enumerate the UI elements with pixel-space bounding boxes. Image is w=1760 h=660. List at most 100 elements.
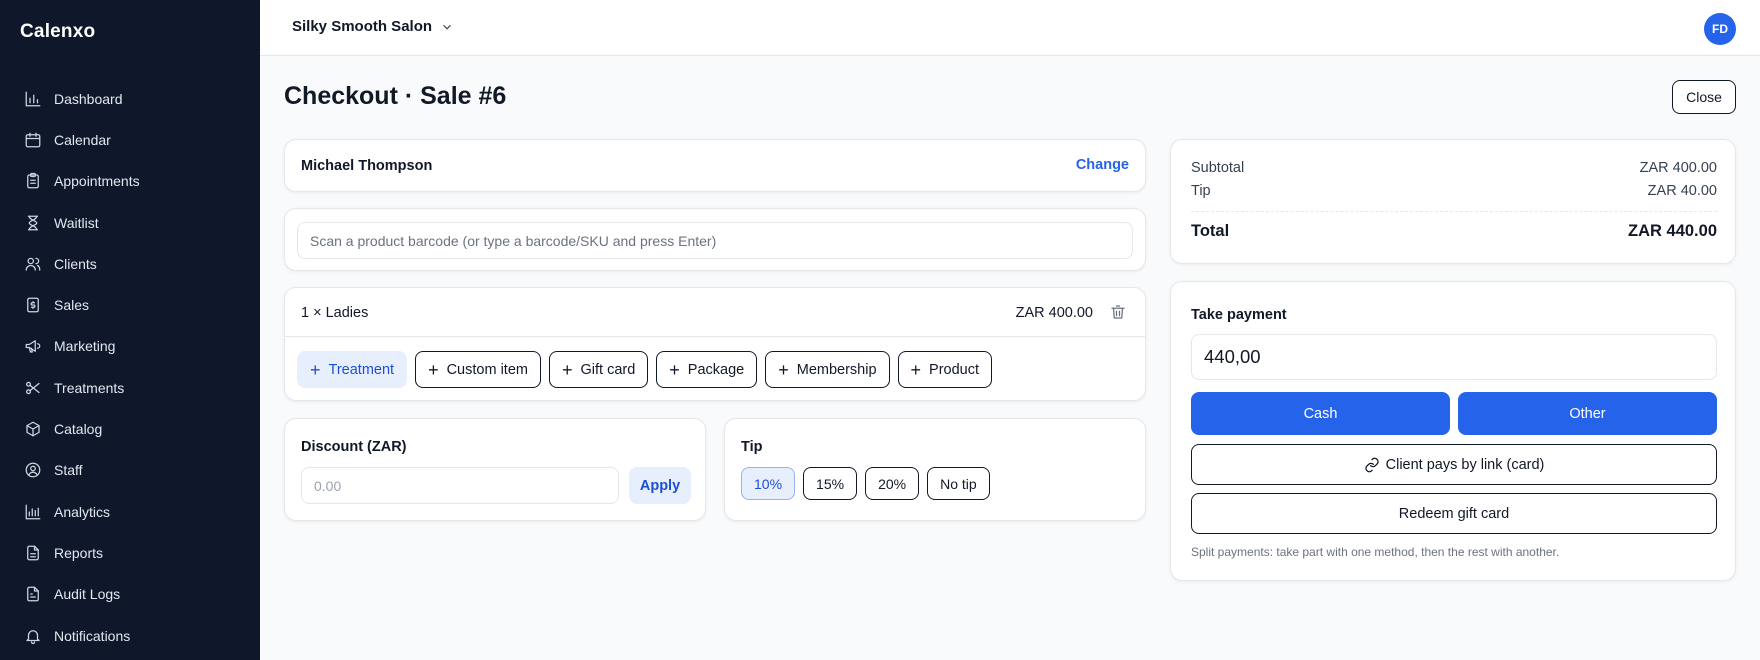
other-payment-button[interactable]: Other	[1458, 392, 1717, 435]
client-name: Michael Thompson	[301, 158, 433, 174]
change-client-link[interactable]: Change	[1076, 157, 1129, 173]
sidebar-item-sales[interactable]: Sales	[0, 284, 260, 325]
tip-summary-label: Tip	[1191, 183, 1211, 199]
user-avatar[interactable]: FD	[1704, 13, 1736, 45]
file-text-icon	[27, 586, 39, 602]
tip-option-none[interactable]: No tip	[927, 467, 990, 500]
redeem-gift-card-button[interactable]: Redeem gift card	[1191, 493, 1717, 534]
analytics-icon	[25, 504, 41, 519]
sidebar-item-treatments[interactable]: Treatments	[0, 367, 260, 408]
plus-icon: +	[561, 359, 573, 380]
sidebar-item-calendar[interactable]: Calendar	[0, 119, 260, 160]
salon-name: Silky Smooth Salon	[292, 18, 433, 35]
sidebar-item-appointments[interactable]: Appointments	[0, 161, 260, 202]
add-product-button[interactable]: + Product	[897, 351, 993, 388]
sidebar-item-analytics[interactable]: Analytics	[0, 491, 260, 532]
add-custom-item-button[interactable]: + Custom item	[415, 351, 541, 388]
sidebar-item-staff[interactable]: Staff	[0, 450, 260, 491]
trash-icon	[1111, 305, 1125, 319]
sidebar-item-dashboard[interactable]: Dashboard	[0, 78, 260, 119]
sidebar-item-label: Waitlist	[54, 214, 99, 231]
dollar-receipt-icon	[27, 297, 39, 313]
payment-amount-input[interactable]	[1191, 334, 1717, 380]
sidebar-item-label: Audit Logs	[54, 586, 121, 603]
bell-icon	[26, 629, 40, 644]
subtotal-label: Subtotal	[1191, 160, 1245, 176]
plus-icon: +	[669, 359, 680, 380]
sidebar-item-label: Notifications	[54, 627, 131, 644]
chevron-down-icon	[443, 24, 451, 30]
sidebar-item-waitlist[interactable]: Waitlist	[0, 202, 260, 243]
bar-chart-icon	[25, 91, 41, 107]
add-gift-card-button[interactable]: + Gift card	[548, 351, 649, 388]
sidebar-nav: Dashboard Calendar Appointments Waitlist…	[0, 78, 260, 656]
add-treatment-label: Treatment	[328, 361, 395, 378]
discount-input[interactable]	[301, 467, 619, 504]
subtotal-row: Subtotal ZAR 400.00	[1191, 160, 1717, 176]
box-icon	[26, 421, 40, 437]
calendar-icon	[25, 132, 41, 148]
sidebar-item-catalog[interactable]: Catalog	[0, 408, 260, 449]
pay-by-link-label: Client pays by link (card)	[1385, 456, 1545, 473]
file-icon	[27, 545, 39, 561]
sidebar-item-marketing[interactable]: Marketing	[0, 326, 260, 367]
sidebar-item-label: Sales	[54, 297, 90, 314]
tip-option-15[interactable]: 15%	[803, 467, 858, 500]
split-payment-note: Split payments: take part with one metho…	[1191, 545, 1560, 559]
add-membership-button[interactable]: + Membership	[765, 351, 890, 388]
clipboard-icon	[27, 173, 39, 189]
tip-row: Tip ZAR 40.00	[1191, 183, 1717, 199]
sale-items-card: 1 × Ladies ZAR 400.00 + Treatment + Custom…	[284, 287, 1146, 401]
add-gift-card-label: Gift card	[580, 361, 636, 378]
sale-item-row: 1 × Ladies ZAR 400.00	[285, 288, 1145, 337]
add-membership-label: Membership	[796, 361, 877, 378]
take-payment-label: Take payment	[1191, 307, 1287, 323]
sidebar-item-reports[interactable]: Reports	[0, 532, 260, 573]
sidebar-item-label: Marketing	[54, 338, 116, 355]
barcode-scan-card	[284, 208, 1146, 271]
add-custom-item-label: Custom item	[446, 361, 528, 378]
tip-options: 10% 15% 20% No tip	[741, 467, 990, 500]
scissors-icon	[25, 381, 40, 394]
barcode-scan-input[interactable]	[297, 222, 1133, 259]
sale-item-name: 1 × Ladies	[301, 305, 369, 321]
megaphone-icon	[25, 340, 41, 354]
salon-switcher[interactable]: Silky Smooth Salon	[292, 18, 454, 35]
sidebar-item-label: Clients	[54, 255, 97, 272]
sale-item-price: ZAR 400.00	[1015, 305, 1093, 321]
sidebar-item-clients[interactable]: Clients	[0, 243, 260, 284]
users-icon	[25, 257, 41, 271]
tip-option-10[interactable]: 10%	[741, 467, 796, 500]
user-circle-icon	[25, 462, 41, 478]
add-product-label: Product	[929, 361, 980, 378]
sidebar-item-label: Staff	[54, 462, 83, 479]
total-label: Total	[1191, 222, 1230, 240]
add-package-button[interactable]: + Package	[656, 351, 758, 388]
client-card: Michael Thompson Change	[284, 139, 1146, 192]
brand-logo[interactable]: Calenxo	[20, 21, 95, 43]
hourglass-icon	[27, 215, 39, 230]
tip-option-20[interactable]: 20%	[865, 467, 920, 500]
sidebar: Calenxo Dashboard Calendar Appointments …	[0, 0, 260, 660]
plus-icon: +	[310, 359, 321, 380]
sidebar-item-notifications[interactable]: Notifications	[0, 615, 260, 656]
sidebar-item-label: Calendar	[54, 131, 111, 148]
take-payment-card: Take payment Cash Other Client pays by l…	[1170, 281, 1736, 581]
sidebar-item-label: Treatments	[54, 379, 125, 396]
plus-icon: +	[910, 359, 922, 380]
delete-item-button[interactable]	[1109, 303, 1127, 321]
add-package-label: Package	[687, 361, 745, 378]
total-value: ZAR 440.00	[1628, 222, 1717, 240]
link-icon	[1365, 457, 1379, 472]
apply-discount-button[interactable]: Apply	[629, 467, 691, 504]
summary-divider	[1191, 211, 1717, 212]
pay-by-link-button[interactable]: Client pays by link (card)	[1191, 444, 1717, 485]
sidebar-item-audit-logs[interactable]: Audit Logs	[0, 574, 260, 615]
subtotal-value: ZAR 400.00	[1639, 160, 1717, 176]
tip-card: Tip 10% 15% 20% No tip	[724, 418, 1146, 521]
cash-button[interactable]: Cash	[1191, 392, 1450, 435]
add-treatment-button[interactable]: + Treatment	[297, 351, 408, 388]
discount-card: Discount (ZAR) Apply	[284, 418, 706, 521]
sidebar-item-label: Catalog	[54, 421, 103, 438]
close-button[interactable]: Close	[1672, 80, 1736, 114]
